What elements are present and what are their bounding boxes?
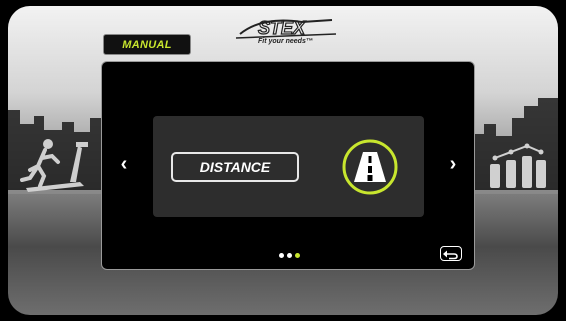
back-button[interactable] [440, 246, 462, 261]
option-card: DISTANCE [153, 116, 424, 217]
page-indicator [279, 253, 300, 258]
page-dot [295, 253, 300, 258]
logo-text: STEX [258, 18, 306, 38]
road-icon[interactable] [341, 138, 399, 196]
page-dot [279, 253, 284, 258]
mode-tab-manual[interactable]: MANUAL [103, 34, 191, 55]
main-panel: ‹ › DISTANCE [101, 61, 475, 270]
distance-button[interactable]: DISTANCE [171, 152, 299, 182]
return-icon [443, 250, 458, 260]
chevron-left-icon[interactable]: ‹ [116, 152, 132, 176]
page-dot [287, 253, 292, 258]
brand-logo: STEX Fit your needs™ [232, 12, 342, 52]
bar-chart-icon [490, 143, 546, 188]
chevron-right-icon[interactable]: › [445, 152, 461, 176]
treadmill-runner-icon [20, 139, 88, 192]
logo-tagline: Fit your needs™ [258, 38, 313, 45]
